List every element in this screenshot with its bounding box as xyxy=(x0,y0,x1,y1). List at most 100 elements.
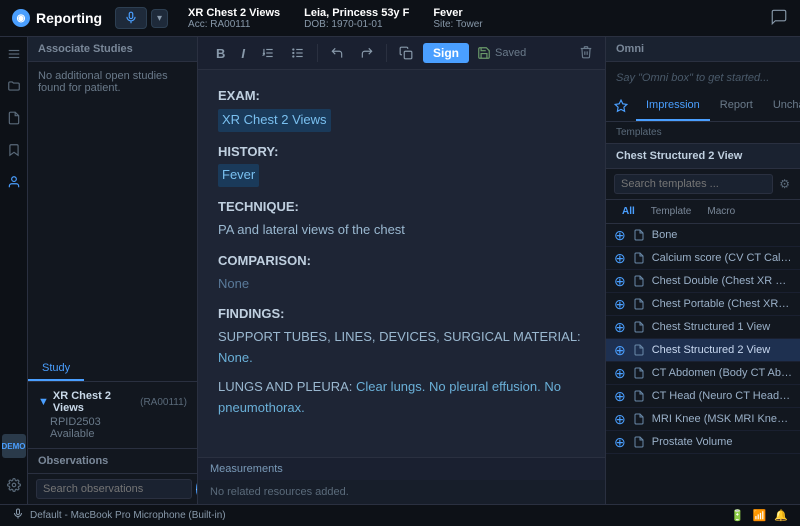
app-title: Reporting xyxy=(36,10,102,26)
italic-button[interactable]: I xyxy=(235,44,251,63)
template-list-item[interactable]: ⊕Chest Double (Chest XR 2 View) xyxy=(606,270,800,293)
history-content[interactable]: Fever xyxy=(218,164,585,187)
exam-section: EXAM: XR Chest 2 Views xyxy=(218,86,585,132)
template-list-item[interactable]: ⊕CT Head (Neuro CT Head without C... xyxy=(606,385,800,408)
bold-button[interactable]: B xyxy=(210,44,231,63)
template-plus-icon: ⊕ xyxy=(614,412,626,426)
type-tab-macro[interactable]: Macro xyxy=(699,204,743,219)
type-tab-all[interactable]: All xyxy=(614,204,643,219)
study-item-header[interactable]: ▼ XR Chest 2 Views (RA00111) xyxy=(38,390,187,414)
study-info-block: XR Chest 2 Views Acc: RA00111 xyxy=(188,7,280,30)
template-item-text: Chest Portable (Chest XR 1 View) xyxy=(652,298,792,310)
template-item-text: Calcium score (CV CT Calcium Score) xyxy=(652,252,792,264)
template-list-item[interactable]: ⊕MRI Knee (MSK MRI Knee without C... xyxy=(606,408,800,431)
template-item-text: CT Head (Neuro CT Head without C... xyxy=(652,390,792,402)
study-item-rpid: RPID2503 xyxy=(38,416,187,428)
template-doc-icon xyxy=(632,297,646,311)
sidebar-icon-menu[interactable] xyxy=(5,45,23,63)
template-list-item[interactable]: ⊕CT Abdomen (Body CT Abdomen an... xyxy=(606,362,800,385)
template-plus-icon: ⊕ xyxy=(614,297,626,311)
findings-section: FINDINGS: SUPPORT TUBES, LINES, DEVICES,… xyxy=(218,304,585,418)
technique-section: TECHNIQUE: PA and lateral views of the c… xyxy=(218,197,585,241)
history-label: HISTORY: xyxy=(218,142,585,163)
right-tab-star[interactable] xyxy=(606,94,636,121)
microphone-icon xyxy=(124,11,138,25)
template-filter-button[interactable]: ⚙ xyxy=(777,175,792,193)
template-list-item[interactable]: ⊕Bone xyxy=(606,224,800,247)
template-type-tabs: All Template Macro xyxy=(606,200,800,224)
ordered-list-button[interactable] xyxy=(255,44,281,62)
exam-value: XR Chest 2 Views xyxy=(218,109,331,132)
observations-header: Observations xyxy=(28,449,197,474)
patient-dob: DOB: 1970-01-01 xyxy=(304,19,409,30)
template-list-item[interactable]: ⊕Chest Structured 1 View xyxy=(606,316,800,339)
tab-study[interactable]: Study xyxy=(28,357,84,381)
template-doc-icon xyxy=(632,343,646,357)
template-item-text: CT Abdomen (Body CT Abdomen an... xyxy=(652,367,792,379)
history-value: Fever xyxy=(218,164,259,187)
undo-button[interactable] xyxy=(324,44,350,62)
trash-button[interactable] xyxy=(579,45,593,62)
study-title: XR Chest 2 Views xyxy=(188,7,280,19)
fever-label: Fever xyxy=(433,7,482,19)
measurements-tab-item[interactable]: Measurements xyxy=(210,463,283,475)
omni-body: Say "Omni box" to get started... xyxy=(606,62,800,94)
sign-button[interactable]: Sign xyxy=(423,43,469,63)
sidebar-icon-user[interactable] xyxy=(5,173,23,191)
sidebar-icon-settings[interactable] xyxy=(5,476,23,494)
fever-site: Site: Tower xyxy=(433,19,482,30)
editor-content[interactable]: EXAM: XR Chest 2 Views HISTORY: Fever TE… xyxy=(198,70,605,457)
copy-button[interactable] xyxy=(393,44,419,62)
template-search-row: ⚙ xyxy=(606,169,800,200)
patient-name-block: Leia, Princess 53y F DOB: 1970-01-01 xyxy=(304,7,409,30)
template-doc-icon xyxy=(632,228,646,242)
bottom-icon-battery: 🔋 xyxy=(731,509,745,522)
technique-value: PA and lateral views of the chest xyxy=(218,220,585,241)
exam-content[interactable]: XR Chest 2 Views xyxy=(218,109,585,132)
sidebar-icon-doc[interactable] xyxy=(5,109,23,127)
obs-search-row: + xyxy=(28,474,197,504)
tab-impression[interactable]: Impression xyxy=(636,94,710,121)
study-tabs: Study xyxy=(28,357,197,382)
template-search-input[interactable] xyxy=(614,174,773,194)
toolbar-separator-1 xyxy=(317,44,318,62)
bottom-icon-wifi: 📶 xyxy=(753,509,767,522)
tab-unchanged[interactable]: Unchanged xyxy=(763,94,800,121)
template-list-item[interactable]: ⊕Prostate Volume xyxy=(606,431,800,454)
sidebar-icon-bookmark[interactable] xyxy=(5,141,23,159)
no-resources-text: No related resources added. xyxy=(198,480,605,504)
logo-icon: ◉ xyxy=(12,9,30,27)
study-item-status: Available xyxy=(38,428,187,440)
study-acc: Acc: RA00111 xyxy=(188,19,280,30)
template-item-text: Prostate Volume xyxy=(652,436,792,448)
unordered-list-button[interactable] xyxy=(285,44,311,62)
patient-fever-block: Fever Site: Tower xyxy=(433,7,482,30)
tab-report[interactable]: Report xyxy=(710,94,763,121)
redo-button[interactable] xyxy=(354,44,380,62)
template-list-item[interactable]: ⊕Calcium score (CV CT Calcium Score) xyxy=(606,247,800,270)
template-list-item[interactable]: ⊕ Chest Portable (Chest XR 1 View) xyxy=(606,293,800,316)
findings-support: SUPPORT TUBES, LINES, DEVICES, SURGICAL … xyxy=(218,327,585,369)
template-doc-icon xyxy=(632,389,646,403)
associate-studies-body: No additional open studies found for pat… xyxy=(28,62,197,357)
technique-label: TECHNIQUE: xyxy=(218,197,585,218)
chat-icon[interactable] xyxy=(770,8,788,29)
comparison-section: COMPARISON: None xyxy=(218,251,585,295)
template-list-item[interactable]: ⊕Chest Structured 2 View xyxy=(606,339,800,362)
sidebar-icon-folder[interactable] xyxy=(5,77,23,95)
demo-badge: DEMO xyxy=(2,434,26,458)
template-plus-icon: ⊕ xyxy=(614,320,626,334)
type-tab-template[interactable]: Template xyxy=(643,204,700,219)
associate-studies-header: Associate Studies xyxy=(28,37,197,62)
study-item-title: XR Chest 2 Views xyxy=(53,390,136,414)
study-panel: Associate Studies No additional open stu… xyxy=(28,37,198,504)
main-content: DEMO Associate Studies No additional ope… xyxy=(0,37,800,504)
template-plus-icon: ⊕ xyxy=(614,228,626,242)
study-item: ▼ XR Chest 2 Views (RA00111) RPID2503 Av… xyxy=(28,382,197,448)
app-logo: ◉ Reporting xyxy=(0,9,115,27)
toolbar-separator-2 xyxy=(386,44,387,62)
obs-search-input[interactable] xyxy=(36,479,192,499)
bottombar: Default - MacBook Pro Microphone (Built-… xyxy=(0,504,800,526)
mic-button[interactable] xyxy=(115,7,147,29)
mic-dropdown[interactable]: ▾ xyxy=(151,9,168,28)
